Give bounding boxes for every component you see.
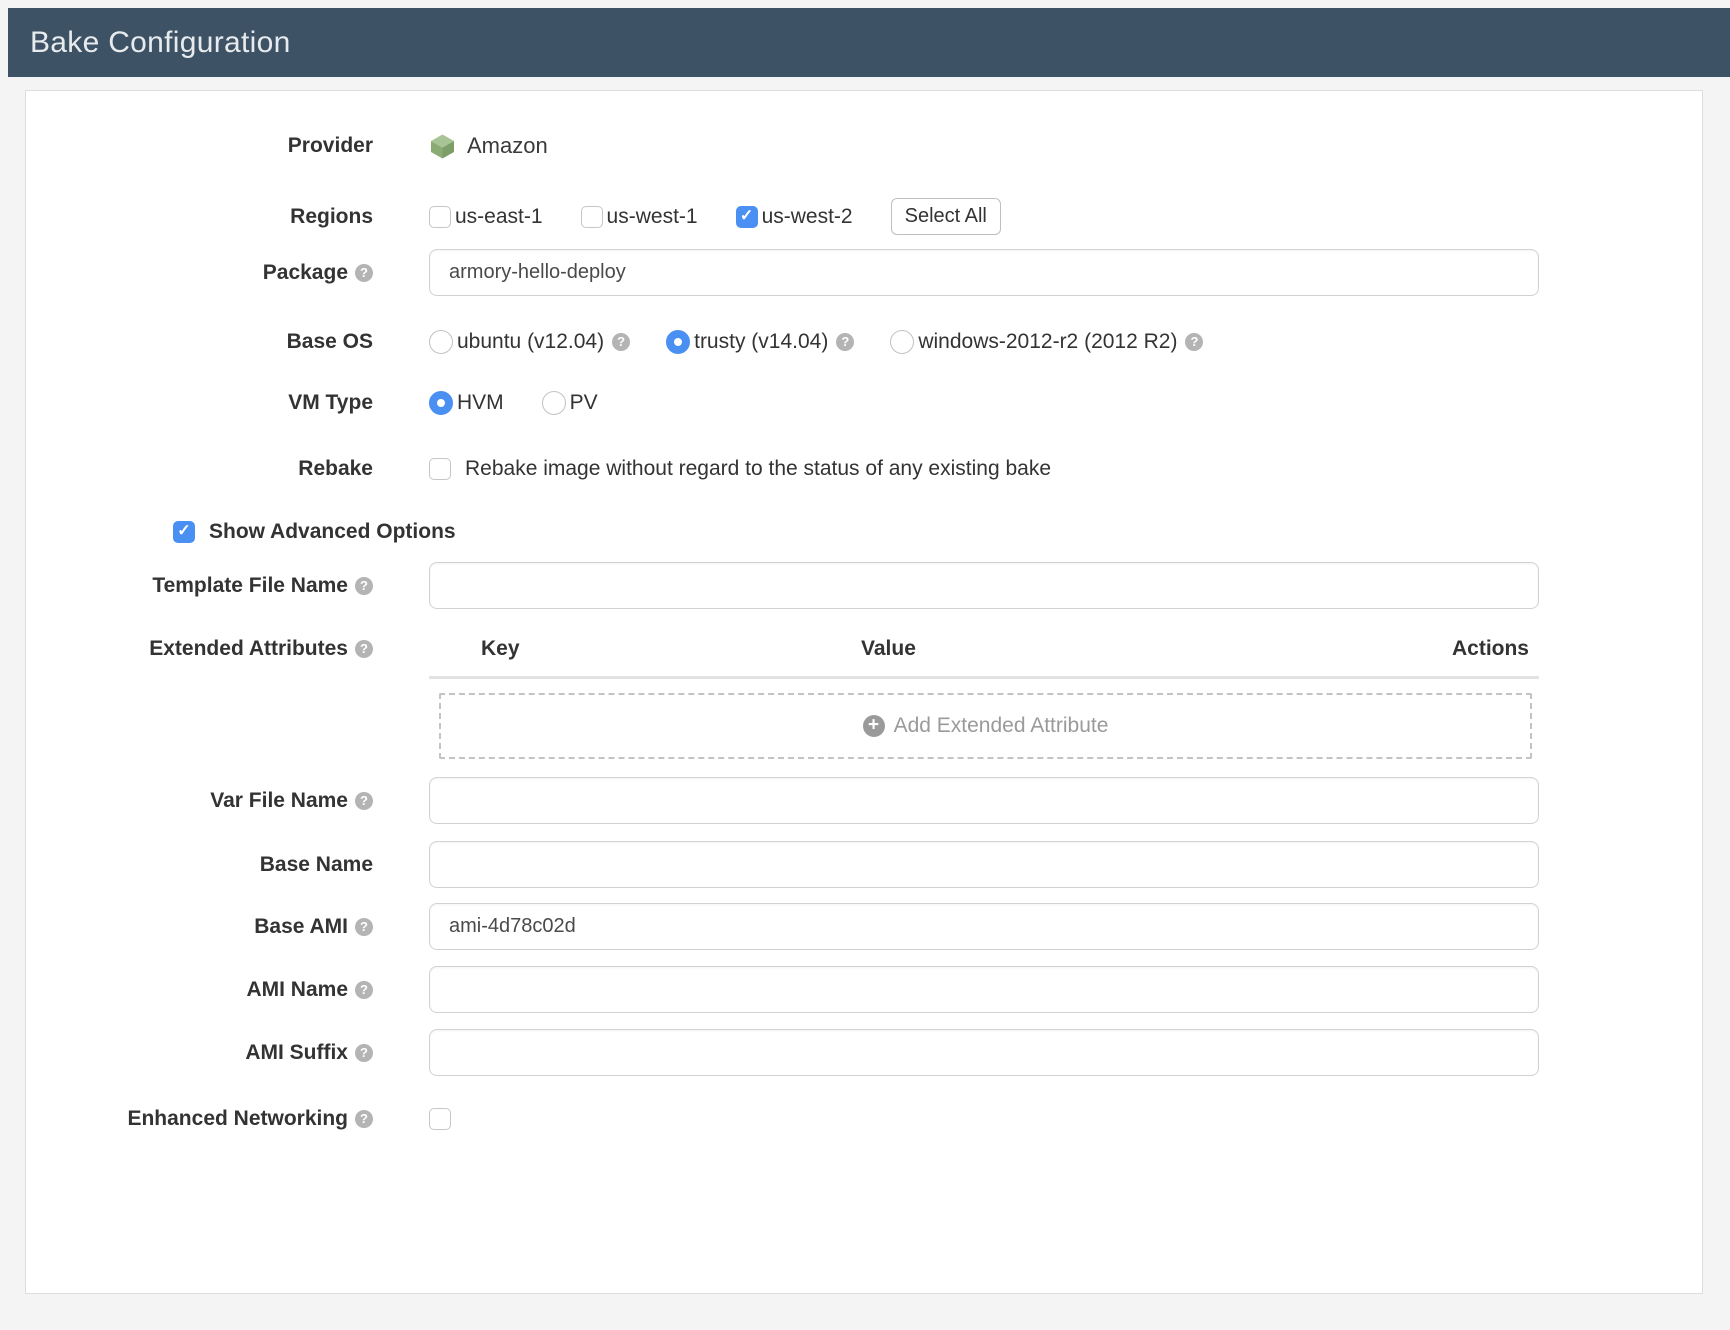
base-os-label: Base OS bbox=[26, 327, 373, 357]
base-ami-label: Base AMI bbox=[26, 912, 373, 942]
page-title: Bake Configuration bbox=[30, 26, 291, 60]
base-name-input[interactable] bbox=[429, 841, 1539, 888]
provider-value: Amazon bbox=[429, 133, 548, 160]
help-icon[interactable] bbox=[355, 264, 373, 282]
base-name-label: Base Name bbox=[26, 850, 373, 880]
regions-label: Regions bbox=[26, 202, 373, 232]
base-ami-row: Base AMI bbox=[26, 903, 1539, 950]
rebake-description: Rebake image without regard to the statu… bbox=[465, 457, 1051, 481]
extended-attributes-table: Key Value Actions Add Extended Attribute bbox=[429, 634, 1539, 759]
vm-type-row: VM Type HVM PV bbox=[26, 385, 1539, 421]
help-icon[interactable] bbox=[355, 640, 373, 658]
vm-type-radio-hvm[interactable] bbox=[429, 391, 453, 415]
ami-suffix-label: AMI Suffix bbox=[26, 1038, 373, 1068]
enhanced-networking-label: Enhanced Networking bbox=[26, 1104, 373, 1134]
package-input[interactable] bbox=[429, 249, 1539, 296]
rebake-row: Rebake Rebake image without regard to th… bbox=[26, 451, 1539, 487]
var-file-name-row: Var File Name bbox=[26, 777, 1539, 824]
region-checkbox-us-west-1[interactable] bbox=[581, 206, 603, 228]
extended-attributes-header: Key Value Actions bbox=[429, 634, 1539, 679]
template-file-name-row: Template File Name bbox=[26, 562, 1539, 609]
provider-label: Provider bbox=[26, 131, 373, 161]
ami-name-row: AMI Name bbox=[26, 966, 1539, 1013]
enhanced-networking-checkbox[interactable] bbox=[429, 1108, 451, 1130]
region-checkbox-us-west-2[interactable] bbox=[736, 206, 758, 228]
help-icon[interactable] bbox=[355, 918, 373, 936]
help-icon[interactable] bbox=[355, 577, 373, 595]
vm-type-label: VM Type bbox=[26, 388, 373, 418]
column-header-value: Value bbox=[861, 634, 1452, 664]
region-checkbox-us-east-1[interactable] bbox=[429, 206, 451, 228]
template-file-name-label: Template File Name bbox=[26, 571, 373, 601]
ami-suffix-row: AMI Suffix bbox=[26, 1029, 1539, 1076]
extended-attributes-label: Extended Attributes bbox=[26, 634, 373, 664]
bake-configuration-panel: Provider Amazon Regions us-ea bbox=[25, 90, 1703, 1294]
show-advanced-options-label: Show Advanced Options bbox=[209, 520, 456, 544]
add-extended-attribute-label: Add Extended Attribute bbox=[894, 714, 1109, 738]
base-os-radio-ubuntu[interactable] bbox=[429, 330, 453, 354]
ami-name-input[interactable] bbox=[429, 966, 1539, 1013]
ami-suffix-input[interactable] bbox=[429, 1029, 1539, 1076]
region-option-us-west-2: us-west-2 bbox=[736, 205, 853, 229]
rebake-label: Rebake bbox=[26, 454, 373, 484]
base-os-option-trusty: trusty (v14.04) bbox=[666, 330, 854, 354]
provider-row: Provider Amazon bbox=[26, 126, 1539, 166]
var-file-name-input[interactable] bbox=[429, 777, 1539, 824]
vm-type-radio-pv[interactable] bbox=[542, 391, 566, 415]
aws-cube-icon bbox=[429, 133, 456, 160]
var-file-name-label: Var File Name bbox=[26, 786, 373, 816]
region-option-us-east-1: us-east-1 bbox=[429, 205, 543, 229]
help-icon[interactable] bbox=[355, 981, 373, 999]
region-option-us-west-1: us-west-1 bbox=[581, 205, 698, 229]
enhanced-networking-row: Enhanced Networking bbox=[26, 1105, 1539, 1133]
base-os-option-windows-2012-r2: windows-2012-r2 (2012 R2) bbox=[890, 330, 1203, 354]
base-os-row: Base OS ubuntu (v12.04) trusty (v14.04) … bbox=[26, 324, 1539, 360]
provider-name: Amazon bbox=[467, 133, 548, 159]
plus-icon bbox=[863, 715, 885, 737]
package-row: Package bbox=[26, 249, 1539, 296]
base-name-row: Base Name bbox=[26, 841, 1539, 888]
help-icon[interactable] bbox=[1185, 333, 1203, 351]
help-icon[interactable] bbox=[612, 333, 630, 351]
template-file-name-input[interactable] bbox=[429, 562, 1539, 609]
base-os-radio-windows-2012-r2[interactable] bbox=[890, 330, 914, 354]
base-os-radio-trusty[interactable] bbox=[666, 330, 690, 354]
show-advanced-options-row: Show Advanced Options bbox=[173, 517, 1539, 547]
select-all-button[interactable]: Select All bbox=[891, 198, 1001, 235]
add-extended-attribute-button[interactable]: Add Extended Attribute bbox=[439, 693, 1532, 759]
column-header-key: Key bbox=[481, 634, 861, 664]
column-header-actions: Actions bbox=[1452, 634, 1529, 664]
help-icon[interactable] bbox=[355, 1110, 373, 1128]
regions-row: Regions us-east-1 us-west-1 us-west-2 Se… bbox=[26, 194, 1539, 239]
help-icon[interactable] bbox=[355, 792, 373, 810]
base-ami-input[interactable] bbox=[429, 903, 1539, 950]
help-icon[interactable] bbox=[355, 1044, 373, 1062]
base-os-option-ubuntu: ubuntu (v12.04) bbox=[429, 330, 630, 354]
show-advanced-options-checkbox[interactable] bbox=[173, 521, 195, 543]
vm-type-option-hvm: HVM bbox=[429, 391, 504, 415]
extended-attributes-row: Extended Attributes Key Value Actions Ad… bbox=[26, 634, 1539, 759]
ami-name-label: AMI Name bbox=[26, 975, 373, 1005]
package-label: Package bbox=[26, 258, 373, 288]
vm-type-option-pv: PV bbox=[542, 391, 598, 415]
help-icon[interactable] bbox=[836, 333, 854, 351]
header-bar: Bake Configuration bbox=[8, 8, 1730, 77]
rebake-checkbox[interactable] bbox=[429, 458, 451, 480]
